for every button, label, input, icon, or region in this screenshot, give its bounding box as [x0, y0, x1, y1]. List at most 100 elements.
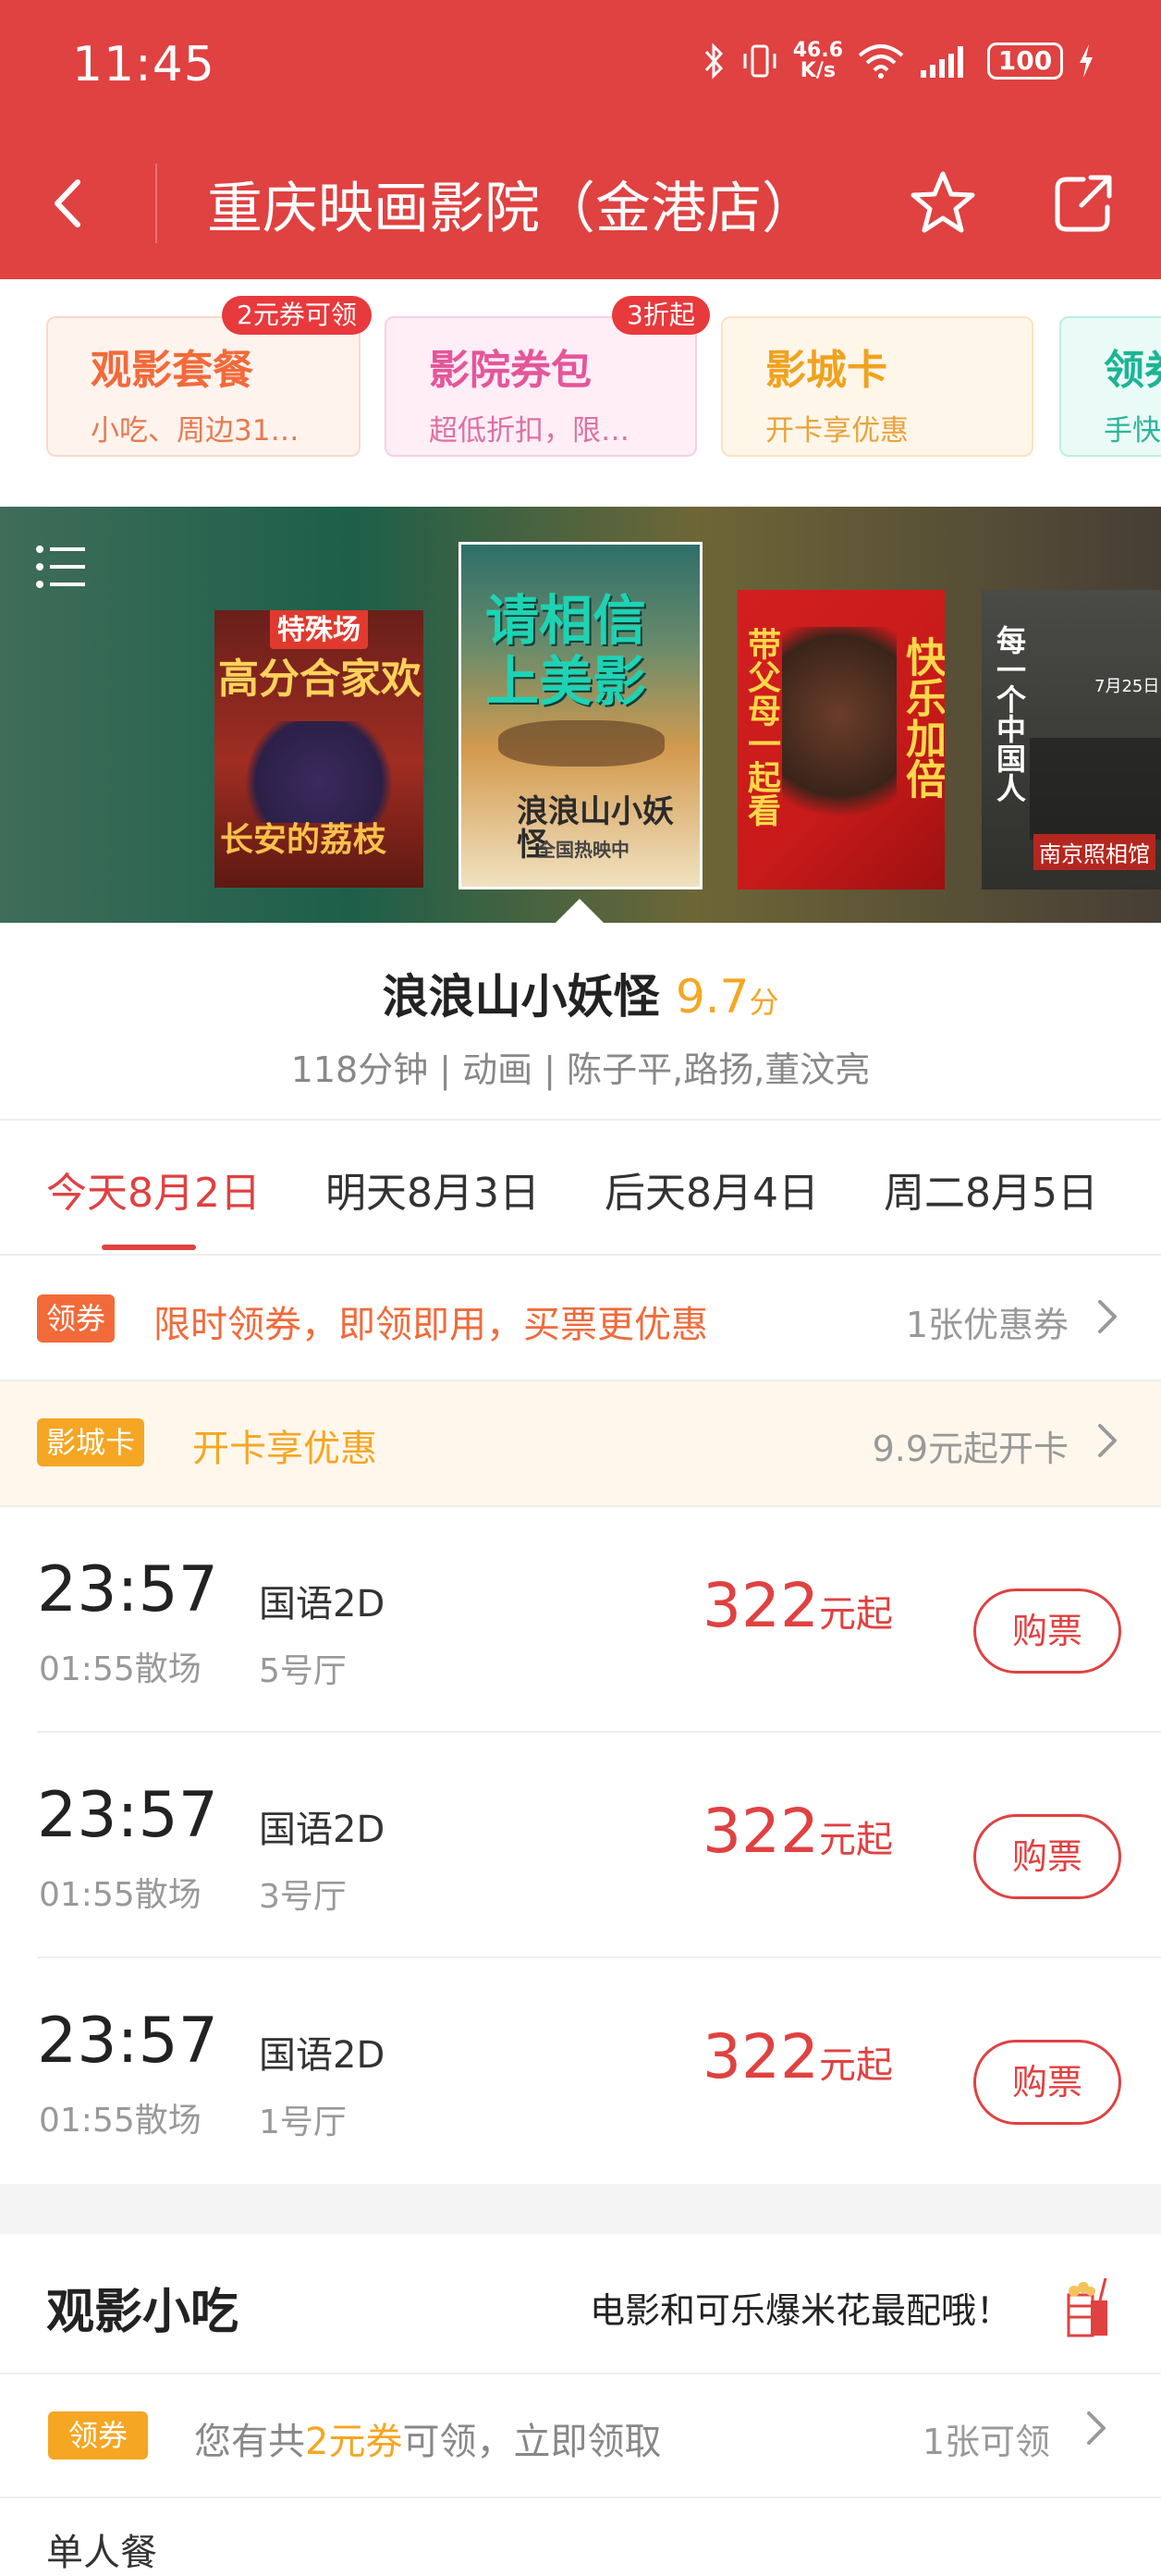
- poster-figures: [233, 721, 405, 823]
- showtime-price: 322元起: [703, 1570, 893, 1641]
- showtime-row[interactable]: 23:57 01:55散场 国语2D 5号厅 322元起 购票: [0, 1507, 1161, 1733]
- date-tab-day-after[interactable]: 后天8月4日: [605, 1159, 819, 1219]
- promo-title: 影城卡: [765, 347, 887, 394]
- promo-subtitle: 超低折扣，限…: [429, 414, 629, 448]
- showtime-price: 322元起: [703, 1796, 893, 1867]
- showtime-row[interactable]: 23:57 01:55散场 国语2D 1号厅 322元起 购票: [0, 1958, 1161, 2184]
- showtime-price: 322元起: [703, 2021, 893, 2092]
- chevron-right-icon: [1098, 1424, 1117, 1457]
- promo-title: 影院券包: [429, 347, 592, 394]
- signal-icon: [921, 46, 963, 78]
- chevron-right-icon: [1098, 1300, 1117, 1333]
- poster-date: 7月25日: [1094, 677, 1160, 696]
- movie-score: 9.7: [675, 970, 750, 1024]
- movie-score-unit: 分: [749, 985, 779, 1020]
- promo-row: 观影套餐 小吃、周边31… 2元券可领 影院券包 超低折扣，限… 3折起 影城卡…: [0, 279, 1161, 507]
- status-icons: 46.6 K/s 100: [703, 41, 1096, 81]
- app-header: 11:45 46.6 K/s 100 重庆映画影院（金港店）: [0, 0, 1161, 279]
- divider: [0, 2496, 1161, 2498]
- movie-name: 浪浪山小妖怪: [382, 970, 660, 1024]
- date-tab-tomorrow[interactable]: 明天8月3日: [325, 1159, 540, 1219]
- poster-carousel[interactable]: 特殊场 高分合家欢 长安的荔枝 请相信 上美影 浪浪山小妖怪 全国热映中 带父母…: [0, 507, 1161, 923]
- coupon-strip[interactable]: 领券 限时领券，即领即用，买票更优惠 1张优惠券: [0, 1256, 1161, 1380]
- cinema-card-tag: 影城卡: [37, 1418, 145, 1466]
- coupon-strip-text: 限时领券，即领即用，买票更优惠: [153, 1304, 708, 1346]
- promo-card-cinema-card[interactable]: 影城卡 开卡享优惠: [721, 316, 1033, 457]
- poster-item[interactable]: 带父母一起看 快乐加倍: [738, 590, 945, 889]
- showtime-language: 国语2D: [259, 1809, 385, 1851]
- promo-title: 领券: [1104, 347, 1161, 394]
- date-tab-tuesday[interactable]: 周二8月5日: [884, 1159, 1098, 1219]
- showtime-row[interactable]: 23:57 01:55散场 国语2D 3号厅 322元起 购票: [0, 1733, 1161, 1958]
- charging-icon: [1080, 44, 1093, 78]
- status-bar: 11:45 46.6 K/s 100: [0, 0, 1161, 139]
- coupon-tag: 领券: [48, 2411, 149, 2459]
- back-icon[interactable]: [37, 171, 102, 236]
- showtime-hall: 5号厅: [259, 1652, 347, 1690]
- bluetooth-icon: [704, 43, 723, 80]
- promo-title: 观影套餐: [91, 347, 253, 394]
- showtime-start: 23:57: [37, 1553, 218, 1626]
- movie-info[interactable]: 浪浪山小妖怪 9.7分 118分钟 | 动画 | 陈子平,路扬,董汶亮: [0, 923, 1161, 1119]
- date-tab-indicator: [102, 1245, 196, 1250]
- showtime-end: 01:55散场: [39, 1650, 202, 1688]
- promo-card-coupon[interactable]: 领券 手快: [1059, 316, 1161, 457]
- poster-item[interactable]: 每一个中国人 7月25日 南京照相馆: [982, 590, 1161, 889]
- snacks-slogan: 电影和可乐爆米花最配哦！: [590, 2290, 1012, 2331]
- buy-ticket-button[interactable]: 购票: [973, 1814, 1121, 1899]
- nav-divider: [155, 164, 157, 243]
- star-icon[interactable]: [906, 166, 980, 240]
- promo-card-package[interactable]: 观影套餐 小吃、周边31…: [46, 316, 361, 457]
- network-speed: 46.6 K/s: [792, 39, 843, 82]
- vibrate-icon: [743, 44, 776, 78]
- poster-title: 请相信: [485, 589, 647, 652]
- poster-vertical-text: 每一个中国人: [992, 625, 1027, 803]
- snacks-title: 观影小吃: [46, 2285, 239, 2340]
- popcorn-cola-icon: [1067, 2277, 1107, 2337]
- showtime-end: 01:55散场: [39, 1876, 202, 1914]
- buy-ticket-button[interactable]: 购票: [973, 2040, 1121, 2125]
- section-gap: [0, 2184, 1161, 2234]
- poster-figures: [1030, 738, 1161, 840]
- poster-item[interactable]: 特殊场 高分合家欢 长安的荔枝: [214, 610, 423, 888]
- cinema-card-text: 开卡享优惠: [192, 1428, 377, 1470]
- poster-right-text: 快乐加倍: [898, 636, 945, 799]
- showtime-hall: 3号厅: [259, 1878, 347, 1916]
- promo-subtitle: 手快: [1104, 414, 1161, 448]
- promo-subtitle: 小吃、周边31…: [91, 414, 299, 448]
- page-title: 重庆映画影院（金港店）: [207, 177, 817, 241]
- promo-subtitle: 开卡享优惠: [765, 414, 909, 448]
- battery-indicator: 100: [987, 43, 1063, 80]
- chevron-right-icon: [1087, 2411, 1106, 2445]
- coupon-count: 1张优惠券: [905, 1305, 1069, 1345]
- status-time: 11:45: [72, 37, 215, 92]
- snack-item-name[interactable]: 单人餐: [46, 2522, 157, 2576]
- poster-subcaption: 全国热映中: [537, 839, 629, 861]
- nav-bar: 重庆映画影院（金港店）: [0, 153, 1161, 254]
- poster-figures: [782, 627, 897, 849]
- movie-meta: 118分钟 | 动画 | 陈子平,路扬,董汶亮: [290, 1049, 871, 1090]
- cinema-card-price: 9.9元起开卡: [872, 1429, 1069, 1469]
- poster-left-text: 带父母一起看: [742, 627, 780, 827]
- promo-card-voucher[interactable]: 影院券包 超低折扣，限…: [385, 316, 697, 457]
- movie-title: 浪浪山小妖怪 9.7分: [0, 960, 1161, 1026]
- special-screening-badge: 特殊场: [270, 610, 368, 649]
- showtime-language: 国语2D: [259, 1583, 385, 1625]
- showtime-start: 23:57: [37, 2005, 218, 2078]
- buy-ticket-button[interactable]: 购票: [973, 1589, 1121, 1674]
- share-icon[interactable]: [1046, 166, 1120, 240]
- list-menu-icon[interactable]: [35, 544, 87, 590]
- poster-caption: 长安的荔枝: [220, 820, 387, 859]
- promo-badge: 3折起: [612, 296, 710, 335]
- poster-item-selected[interactable]: 请相信 上美影 浪浪山小妖怪 全国热映中: [458, 542, 703, 889]
- poster-title: 上美影: [485, 650, 647, 713]
- snacks-coupon-count: 1张可领: [922, 2422, 1050, 2462]
- snacks-coupon-strip[interactable]: 领券 您有共2元券可领，立即领取 1张可领: [0, 2374, 1161, 2496]
- snacks-header: 观影小吃 电影和可乐爆米花最配哦！: [0, 2234, 1161, 2373]
- cinema-card-strip[interactable]: 影城卡 开卡享优惠 9.9元起开卡: [0, 1381, 1161, 1505]
- poster-title: 高分合家欢: [218, 656, 422, 703]
- wifi-icon: [858, 44, 904, 79]
- date-tab-today[interactable]: 今天8月2日: [46, 1159, 261, 1219]
- poster-caption: 南京照相馆: [1033, 834, 1155, 870]
- date-tabs: 今天8月2日 明天8月3日 后天8月4日 周二8月5日: [0, 1121, 1161, 1256]
